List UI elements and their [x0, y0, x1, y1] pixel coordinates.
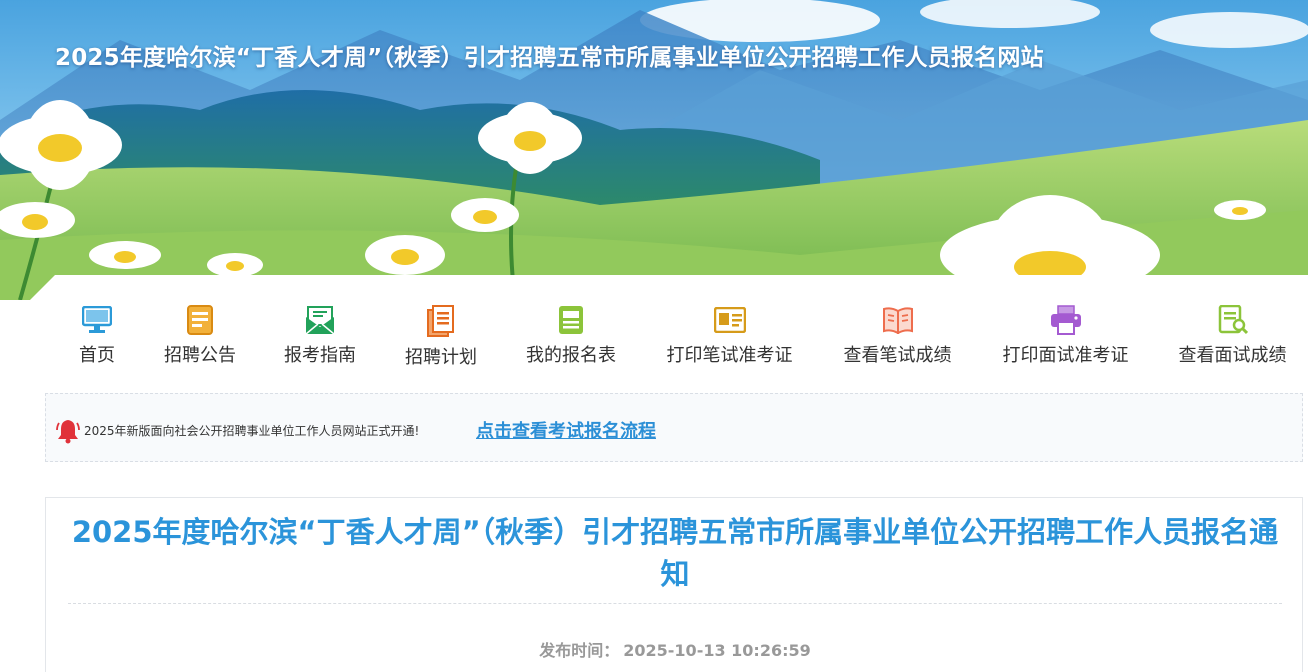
divider	[68, 603, 1282, 604]
publish-time: 2025-10-13 10:26:59	[623, 641, 811, 660]
nav-item-print-interview-admission[interactable]: 打印面试准考证	[998, 305, 1133, 367]
monitor-icon	[81, 305, 113, 335]
nav-item-interview-scores[interactable]: 查看面试成绩	[1175, 305, 1290, 367]
announcement-icon	[184, 305, 216, 335]
printer-icon	[1050, 305, 1082, 335]
publish-label: 发布时间：	[539, 641, 620, 660]
nav-item-home[interactable]: 首页	[76, 305, 118, 367]
book-icon	[882, 305, 914, 335]
notice-bar: 2025年新版面向社会公开招聘事业单位工作人员网站正式开通! 点击查看考试报名流…	[45, 393, 1303, 462]
registration-process-link[interactable]: 点击查看考试报名流程	[476, 417, 656, 443]
notice-text: 2025年新版面向社会公开招聘事业单位工作人员网站正式开通!	[84, 424, 420, 438]
nav-label: 报考指南	[284, 345, 356, 366]
document-icon	[425, 305, 457, 337]
nav-item-print-written-admission[interactable]: 打印笔试准考证	[662, 305, 797, 367]
nav-item-plan[interactable]: 招聘计划	[401, 305, 481, 368]
nav-item-my-form[interactable]: 我的报名表	[521, 305, 621, 367]
nav-label: 首页	[79, 345, 115, 366]
envelope-icon	[304, 305, 336, 335]
nav-label: 我的报名表	[526, 345, 616, 366]
article-panel: 2025年度哈尔滨“丁香人才周”（秋季）引才招聘五常市所属事业单位公开招聘工作人…	[45, 497, 1303, 672]
nav-label: 查看笔试成绩	[843, 345, 952, 366]
publish-info: 发布时间： 2025-10-13 10:26:59	[46, 637, 1304, 661]
nav-item-guide[interactable]: 报考指南	[280, 305, 360, 367]
bell-icon	[56, 420, 80, 444]
site-title: 2025年度哈尔滨“丁香人才周”（秋季）引才招聘五常市所属事业单位公开招聘工作人…	[55, 45, 1044, 71]
search-document-icon	[1217, 305, 1249, 335]
form-icon	[555, 305, 587, 335]
page: 2025年度哈尔滨“丁香人才周”（秋季）引才招聘五常市所属事业单位公开招聘工作人…	[0, 0, 1308, 672]
nav-label: 招聘计划	[405, 347, 477, 368]
nav-label: 招聘公告	[164, 345, 236, 366]
nav-label: 打印笔试准考证	[666, 345, 793, 366]
article-title: 2025年度哈尔滨“丁香人才周”（秋季）引才招聘五常市所属事业单位公开招聘工作人…	[71, 515, 1279, 591]
nav-item-written-scores[interactable]: 查看笔试成绩	[840, 305, 955, 367]
nav-label: 打印面试准考证	[1002, 345, 1129, 366]
id-card-icon	[713, 305, 746, 335]
nav-item-announcements[interactable]: 招聘公告	[160, 305, 240, 367]
header-banner: 2025年度哈尔滨“丁香人才周”（秋季）引才招聘五常市所属事业单位公开招聘工作人…	[0, 0, 1308, 300]
main-nav: 首页 招聘公告 报考指南 招聘计划 我的报名表 打印笔试准考证 查看笔试成绩 打…	[0, 275, 1308, 375]
nav-label: 查看面试成绩	[1178, 345, 1287, 366]
